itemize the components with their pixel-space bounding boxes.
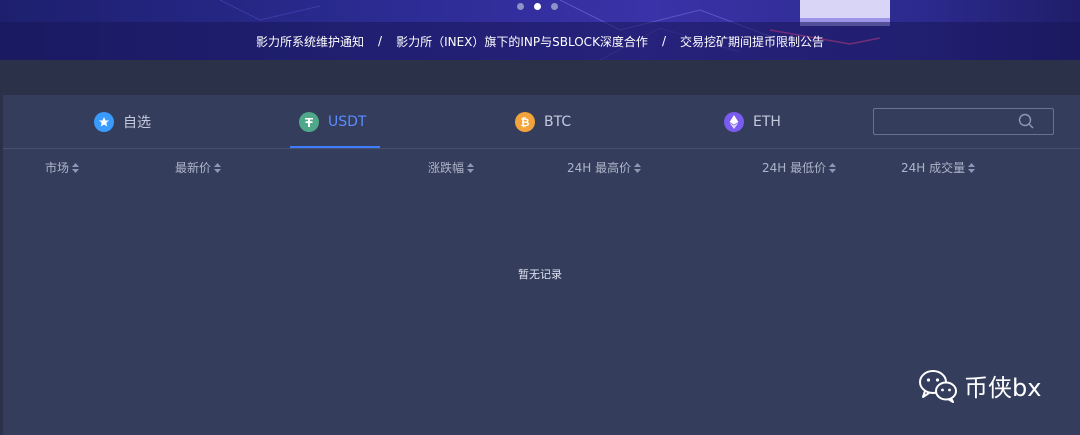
btc-icon: ₿ (515, 112, 535, 132)
carousel-dots (517, 3, 558, 10)
market-tabs: 自选 USDT ₿ BTC ETH (3, 95, 1080, 149)
active-tab-indicator (290, 146, 380, 148)
market-search (873, 108, 1054, 135)
notice-link-maintenance[interactable]: 影力所系统维护通知 (256, 33, 364, 50)
tab-eth[interactable]: ETH (724, 95, 781, 149)
notice-separator: / (661, 34, 666, 48)
column-24h-high[interactable]: 24H 最高价 (567, 159, 642, 176)
sort-icon (467, 162, 475, 173)
carousel-dot-1[interactable] (517, 3, 524, 10)
wechat-icon (919, 369, 957, 403)
column-label: 市场 (45, 161, 70, 175)
column-last-price[interactable]: 最新价 (175, 159, 222, 176)
column-label: 最新价 (175, 161, 212, 175)
watermark: 币侠bx (918, 368, 1041, 403)
tab-label: ETH (753, 114, 781, 130)
notice-link-partnership[interactable]: 影力所（INEX）旗下的INP与SBLOCK深度合作 (396, 33, 648, 50)
carousel-dot-2[interactable] (534, 3, 541, 10)
tab-label: USDT (328, 114, 367, 130)
notice-separator: / (378, 34, 383, 48)
tab-label: BTC (544, 114, 572, 130)
search-input[interactable] (874, 109, 1014, 134)
column-24h-volume[interactable]: 24H 成交量 (901, 159, 976, 176)
sort-icon (72, 162, 80, 173)
star-icon (94, 112, 114, 132)
column-label: 涨跌幅 (428, 161, 465, 175)
tab-usdt[interactable]: USDT (299, 95, 366, 149)
tab-btc[interactable]: ₿ BTC (515, 95, 571, 149)
sort-icon (634, 162, 642, 173)
column-label: 24H 成交量 (901, 161, 966, 175)
tab-label: 自选 (123, 115, 151, 131)
market-table-header: 市场 最新价 涨跌幅 24H 最高价 24H 最低价 24H 成交量 (3, 149, 1080, 185)
sort-icon (214, 162, 222, 173)
empty-state-message: 暂无记录 (518, 268, 562, 281)
search-icon[interactable] (1018, 113, 1034, 133)
watermark-text: 币侠bx (964, 374, 1042, 402)
column-market[interactable]: 市场 (45, 159, 80, 176)
sort-icon (829, 162, 837, 173)
column-change[interactable]: 涨跌幅 (428, 159, 475, 176)
tab-favorites[interactable]: 自选 (94, 95, 151, 149)
announcement-banner: 影力所系统维护通知 / 影力所（INEX）旗下的INP与SBLOCK深度合作 /… (0, 0, 1080, 60)
column-24h-low[interactable]: 24H 最低价 (762, 159, 837, 176)
column-label: 24H 最高价 (567, 161, 632, 175)
eth-icon (724, 112, 744, 132)
column-label: 24H 最低价 (762, 161, 827, 175)
usdt-icon (299, 112, 319, 132)
notice-link-withdrawal-limit[interactable]: 交易挖矿期间提币限制公告 (680, 33, 824, 50)
notice-strip: 影力所系统维护通知 / 影力所（INEX）旗下的INP与SBLOCK深度合作 /… (0, 22, 1080, 60)
carousel-dot-3[interactable] (551, 3, 558, 10)
sort-icon (968, 162, 976, 173)
